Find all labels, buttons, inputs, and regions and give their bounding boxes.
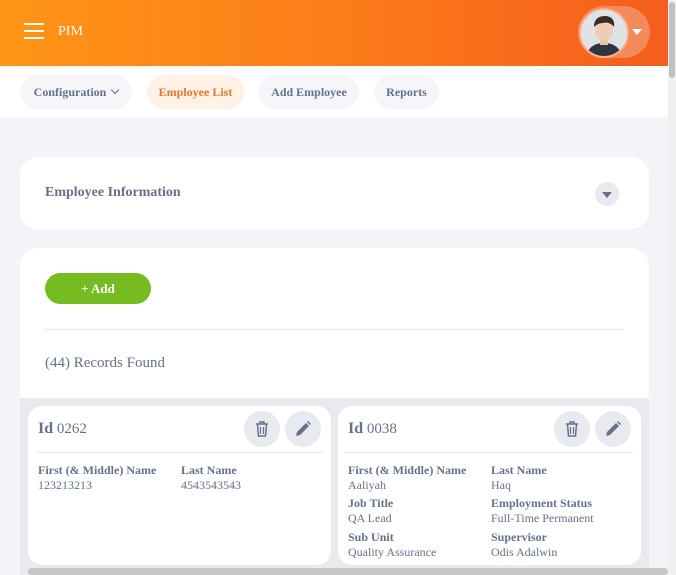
avatar[interactable] [579,8,629,58]
field-value: Full-Time Permanent [491,511,594,525]
records-found: (44) Records Found [45,355,165,371]
id-value: 0038 [366,421,397,437]
field-label: Job Title [348,496,394,510]
field-value: Odis Adalwin [491,545,558,559]
add-button[interactable]: + Add [45,273,151,304]
field-label: Employment Status [491,496,593,510]
job-title-field: Job Title QA Lead [348,496,393,526]
page-title: PIM [58,24,83,39]
field-label: Supervisor [491,530,548,544]
field-label: First (& Middle) Name [348,463,467,477]
chevron-down-icon [111,85,120,95]
panel-title: Employee Information [45,185,181,200]
field-value: QA Lead [348,511,392,525]
first-name-field: First (& Middle) Name Aaliyah [348,463,466,493]
first-name-field: First (& Middle) Name 123213213 [38,463,156,493]
field-label: Last Name [491,463,547,477]
pencil-icon [606,421,621,436]
edit-button[interactable] [285,411,321,447]
field-value: Haq [491,478,511,492]
id-label: Id [348,420,364,437]
field-value: 123213213 [38,478,92,492]
nav-add-employee[interactable]: Add Employee [259,75,359,109]
horizontal-scrollbar[interactable] [28,568,668,575]
last-name-field: Last Name 4543543543 [181,463,241,493]
nav-reports[interactable]: Reports [374,75,439,109]
top-nav: Configuration Employee List Add Employee… [0,66,668,117]
edit-button[interactable] [595,411,631,447]
menu-icon[interactable] [24,23,44,41]
nav-label: Reports [386,84,427,99]
employee-card[interactable]: Id 0262 First (& Middle) Name 123213213 … [28,406,331,565]
employee-card[interactable]: Id 0038 First (& Middle) Name Aaliyah La… [338,406,641,565]
employee-id: Id 0262 [38,420,87,438]
nav-label: Employee List [158,84,233,99]
trash-icon [566,421,578,437]
nav-label: Configuration [33,84,107,99]
field-value: Quality Assurance [348,545,437,559]
field-label: Sub Unit [348,530,394,544]
last-name-field: Last Name Haq [491,463,547,493]
pencil-icon [296,421,311,436]
delete-button[interactable] [554,411,590,447]
top-bar: PIM [0,0,668,66]
nav-employee-list[interactable]: Employee List [147,75,244,109]
delete-button[interactable] [244,411,280,447]
divider [36,452,323,453]
expand-toggle-button[interactable] [595,182,619,206]
field-label: Last Name [181,463,237,477]
scrollbar-thumb[interactable] [669,2,675,78]
id-value: 0262 [56,421,87,437]
vertical-scrollbar[interactable] [668,0,676,575]
divider [45,329,624,330]
employee-information-panel: Employee Information [20,157,649,229]
id-label: Id [38,420,54,437]
field-value: 4543543543 [181,478,241,492]
divider [346,452,633,453]
employee-id: Id 0038 [348,420,397,438]
field-label: First (& Middle) Name [38,463,157,477]
trash-icon [256,421,268,437]
nav-label: Add Employee [271,84,347,99]
sub-unit-field: Sub Unit Quality Assurance [348,530,436,560]
chevron-down-icon[interactable] [632,29,642,35]
supervisor-field: Supervisor Odis Adalwin [491,530,557,560]
field-value: Aaliyah [348,478,386,492]
nav-configuration[interactable]: Configuration [20,75,132,109]
employment-status-field: Employment Status Full-Time Permanent [491,496,594,526]
